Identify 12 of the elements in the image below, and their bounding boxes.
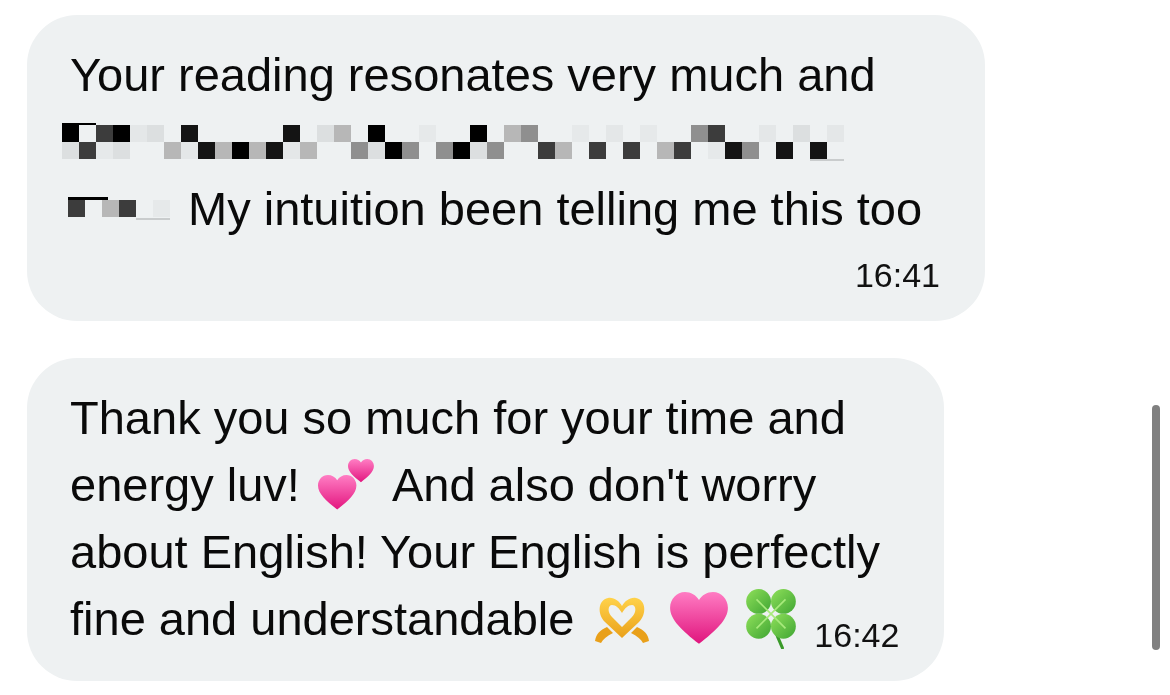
clover-icon [746, 588, 797, 649]
heart-icon [670, 592, 729, 645]
message-text: about English! Your English is perfectly [70, 524, 880, 580]
message-time: 16:41 [854, 258, 940, 292]
message-time: 16:42 [814, 618, 900, 652]
two-hearts-icon [317, 458, 374, 511]
message-text: My intuition been telling me this too [188, 181, 923, 237]
message-text: energy luv! [70, 457, 300, 513]
message-text: fine and understandable [70, 591, 575, 647]
message-text: Thank you so much for your time and [70, 390, 846, 446]
message-text: And also don't worry [391, 457, 817, 513]
message-text: Your reading resonates very much and [70, 47, 876, 103]
